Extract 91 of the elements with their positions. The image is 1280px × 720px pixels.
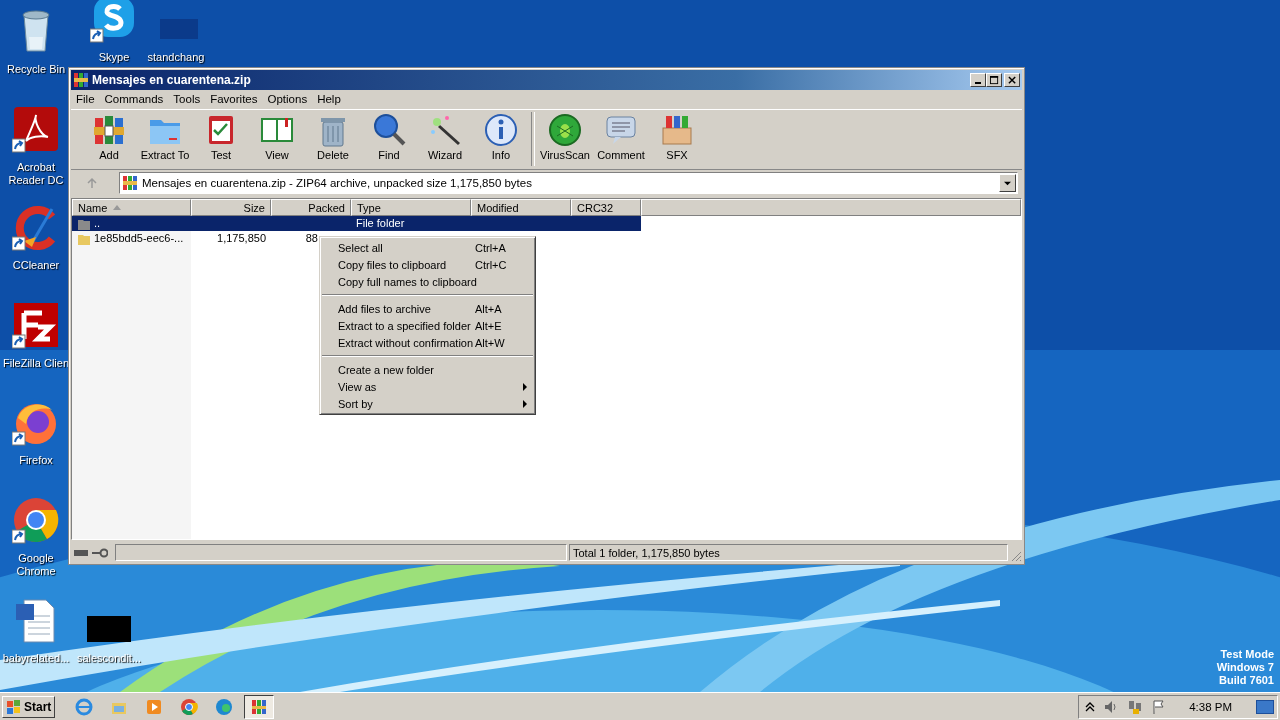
windows-logo-icon	[6, 699, 22, 715]
column-header[interactable]: Type	[351, 199, 471, 216]
address-field[interactable]: Mensajes en cuarentena.zip - ZIP64 archive, unpacked size 1,175,850 bytes	[119, 172, 1018, 194]
column-label: Name	[78, 201, 108, 214]
media-icon	[145, 698, 164, 716]
icon-label: Acrobat Reader DC	[7, 161, 65, 187]
selected-row[interactable]: .. File folder	[72, 216, 641, 231]
table-cell: 1,175,850	[217, 232, 266, 245]
virus-tool-button[interactable]: VirusScan	[537, 112, 593, 166]
up-arrow-icon	[86, 177, 98, 189]
key-icon	[92, 547, 108, 558]
column-label: CRC32	[577, 201, 614, 214]
os-notice-text: Test Mode	[1220, 648, 1274, 661]
archive-icon	[73, 72, 89, 88]
column-header[interactable]: Modified	[471, 199, 571, 216]
column-header[interactable]: Name	[72, 199, 191, 216]
view-tool-button[interactable]: View	[249, 112, 305, 166]
info-tool-button[interactable]: Info	[473, 112, 529, 166]
start-button[interactable]: Start	[2, 696, 56, 718]
icon-label: babyrelated...	[1, 652, 71, 665]
maximize-button[interactable]	[986, 73, 1002, 87]
chrome-icon[interactable]	[12, 496, 60, 544]
table-cell: 1e85bdd5-eec6-...	[94, 232, 184, 245]
close-icon	[1007, 75, 1017, 85]
window-title: Mensajes en cuarentena.zip	[92, 73, 252, 87]
os-notice-text: Windows 7	[1216, 661, 1274, 674]
clock[interactable]: 4:38 PM	[1189, 701, 1232, 713]
table-cell: File folder	[356, 217, 405, 230]
table-cell: 88	[305, 232, 318, 245]
context-menu-item[interactable]: Select all Ctrl+A	[320, 239, 535, 256]
winrar-taskbar-icon[interactable]	[244, 695, 275, 719]
context-menu-item[interactable]: Copy full names to clipboard	[320, 273, 535, 290]
comment-tool-button[interactable]: Comment	[593, 112, 649, 166]
add-tool-button[interactable]: Add	[81, 112, 137, 166]
caret-icon	[1004, 179, 1011, 187]
network-icon[interactable]	[1127, 699, 1144, 715]
column-header[interactable]: CRC32	[571, 199, 641, 216]
maximize-icon	[989, 75, 999, 85]
menu-item[interactable]: Favorites	[205, 93, 263, 105]
context-menu-item[interactable]: Create a new folder	[320, 361, 535, 378]
icon-label: Firefox	[18, 454, 54, 467]
context-menu-item[interactable]: Extract to a specified folder Alt+E	[320, 317, 535, 334]
archive-icon	[122, 175, 138, 191]
status-text: Total 1 folder, 1,175,850 bytes	[573, 546, 720, 559]
chrome-icon	[180, 698, 199, 716]
filezilla-icon[interactable]	[12, 301, 60, 349]
icon-label: FileZilla Clien	[2, 357, 70, 370]
dropdown-button[interactable]	[999, 174, 1016, 192]
column-header[interactable]: Size	[191, 199, 271, 216]
menu-item[interactable]: Commands	[99, 93, 169, 105]
find-tool-button[interactable]: Find	[361, 112, 417, 166]
icon-label: salescondit...	[75, 652, 143, 665]
menu-item[interactable]: Tools	[168, 93, 206, 105]
column-label: Type	[357, 201, 381, 214]
column-header[interactable]: Packed	[271, 199, 351, 216]
test-tool-button[interactable]: Test	[193, 112, 249, 166]
extract-tool-button[interactable]: Extract To	[137, 112, 193, 166]
icon-label: Skype	[97, 51, 131, 64]
context-menu-item[interactable]: View as	[320, 378, 535, 395]
column-label: Size	[243, 201, 265, 214]
find-icon	[371, 112, 407, 148]
context-menu-item[interactable]: Add files to archive Alt+A	[320, 300, 535, 317]
menu-item[interactable]: Help	[312, 93, 346, 105]
resize-grip[interactable]	[1010, 550, 1022, 562]
delete-tool-button[interactable]: Delete	[305, 112, 361, 166]
icon-label: Recycle Bin	[5, 63, 67, 76]
close-button[interactable]	[1004, 73, 1020, 87]
table-cell: ..	[94, 217, 101, 230]
ie-icon	[75, 698, 94, 716]
show-hidden-icons[interactable]	[1085, 702, 1096, 712]
os-notice-text: Build 7601	[1218, 674, 1274, 687]
wizard-tool-button[interactable]: Wizard	[417, 112, 473, 166]
minimize-icon	[975, 82, 981, 84]
icon-label: CCleaner	[11, 259, 61, 272]
minimize-button[interactable]	[970, 73, 986, 87]
icon-label: standchang	[146, 51, 206, 64]
virus-icon	[547, 112, 583, 148]
drive-icon	[74, 549, 88, 556]
context-menu-item[interactable]: Sort by	[320, 395, 535, 412]
acrobat-icon[interactable]	[12, 105, 60, 153]
menu-item[interactable]: Options	[262, 93, 313, 105]
info-icon	[483, 112, 519, 148]
column-label: Packed	[308, 201, 345, 214]
sfx-tool-button[interactable]: SFX	[649, 112, 705, 166]
icon-label: Google Chrome	[15, 552, 57, 578]
context-menu-item[interactable]: Extract without confirmation Alt+W	[320, 334, 535, 351]
column-label: Modified	[477, 201, 519, 214]
edge-icon	[215, 698, 234, 716]
menu-item[interactable]: File	[71, 93, 100, 105]
winrar-icon	[250, 698, 269, 716]
context-menu-item[interactable]: Copy files to clipboard Ctrl+C	[320, 256, 535, 273]
